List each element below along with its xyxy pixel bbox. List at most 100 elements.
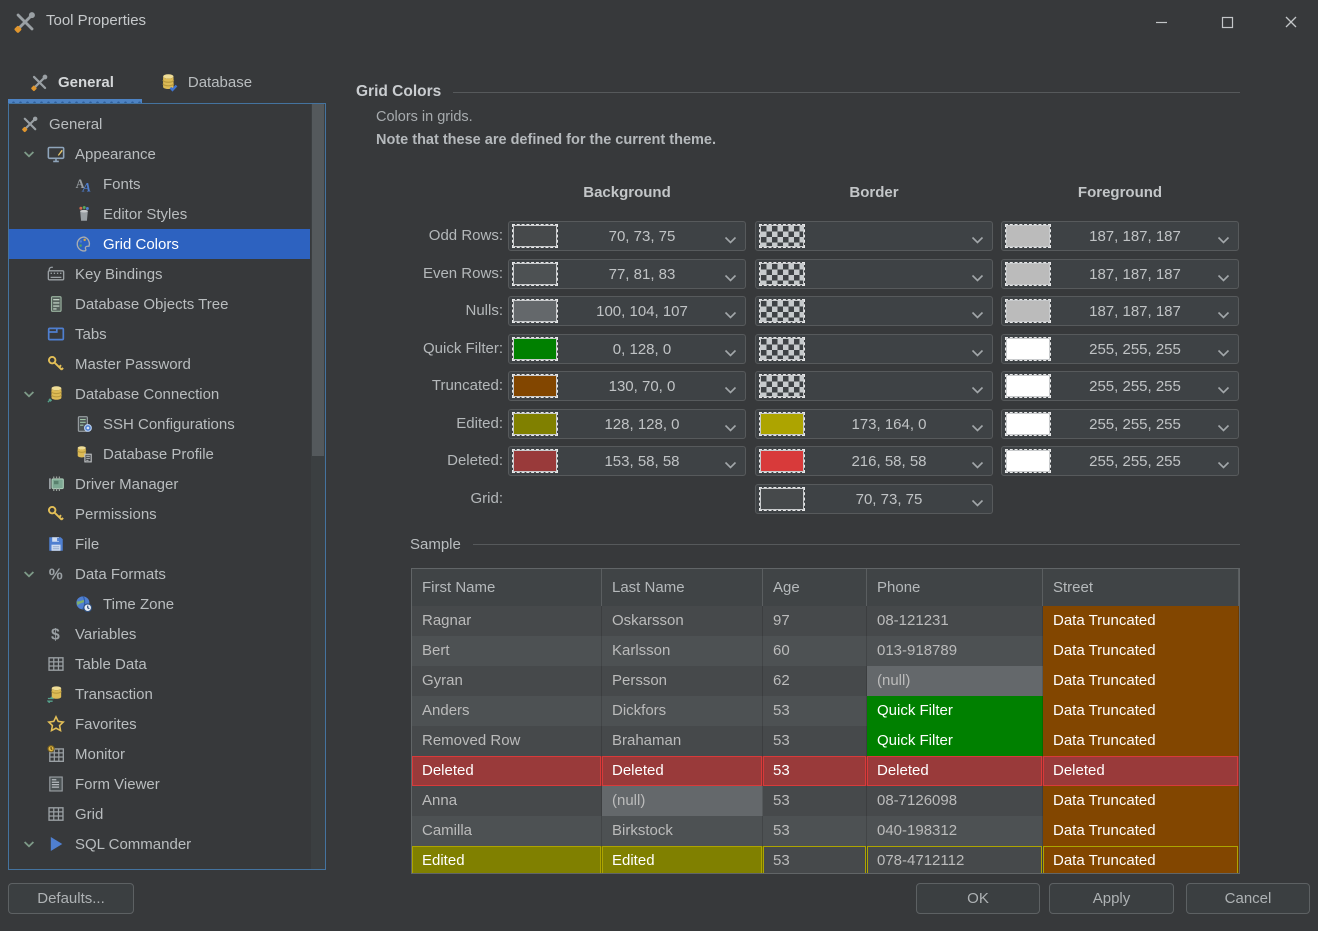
table-cell: Anna: [412, 786, 602, 816]
nulls-foreground-combo[interactable]: 187, 187, 187: [1001, 296, 1239, 326]
sidebar-item-database-profile[interactable]: Database Profile: [9, 439, 310, 469]
color-value: 128, 128, 0: [604, 415, 680, 433]
cancel-button[interactable]: Cancel: [1186, 883, 1310, 914]
grid-border-combo[interactable]: 70, 73, 75: [755, 484, 993, 514]
odd-rows-border-combo[interactable]: [755, 221, 993, 251]
keyboard-icon: [47, 265, 65, 283]
timezone-icon: [75, 595, 93, 613]
sidebar-item-fonts[interactable]: A A Fonts: [9, 169, 310, 199]
truncated-background-combo[interactable]: 130, 70, 0: [508, 371, 746, 401]
close-button[interactable]: [1274, 8, 1308, 36]
sidebar-item-permissions[interactable]: Permissions: [9, 499, 310, 529]
table-row: Anders Dickfors 53 Quick Filter Data Truncat…: [412, 696, 1239, 726]
sidebar-item-transaction[interactable]: Transaction: [9, 679, 310, 709]
star-icon: [47, 715, 65, 733]
chevron-down-icon[interactable]: [21, 386, 37, 402]
sidebar-item-grid-colors[interactable]: Grid Colors: [9, 229, 310, 259]
editor-styles-icon: [75, 205, 93, 223]
sidebar-item-table-data[interactable]: Table Data: [9, 649, 310, 679]
apply-button[interactable]: Apply: [1049, 883, 1174, 914]
sidebar-item-favorites[interactable]: Favorites: [9, 709, 310, 739]
minimize-button[interactable]: [1144, 8, 1178, 36]
chevron-down-icon: [724, 307, 737, 319]
sidebar-item-tabs[interactable]: Tabs: [9, 319, 310, 349]
edited-foreground-combo[interactable]: 255, 255, 255: [1001, 409, 1239, 439]
table-cell: Data Truncated: [1043, 846, 1239, 873]
table-cell: 53: [763, 696, 867, 726]
tab-general[interactable]: General: [8, 66, 138, 99]
ok-button[interactable]: OK: [916, 883, 1040, 914]
sidebar-item-key-bindings[interactable]: Key Bindings: [9, 259, 310, 289]
section-description: Colors in grids.: [376, 109, 473, 125]
color-value: 130, 70, 0: [608, 377, 676, 395]
color-swatch: [512, 337, 558, 361]
quick-filter-background-combo[interactable]: 0, 128, 0: [508, 334, 746, 364]
sidebar-item-form-viewer[interactable]: Form Viewer: [9, 769, 310, 799]
grid-colors-icon: [75, 235, 93, 253]
tab-database[interactable]: Database: [138, 66, 276, 99]
chevron-down-icon: [971, 307, 984, 319]
table-cell: (null): [602, 786, 763, 816]
sidebar-item-file[interactable]: File: [9, 529, 310, 559]
play-icon: [47, 835, 65, 853]
truncated-border-combo[interactable]: [755, 371, 993, 401]
table-row: Bert Karlsson 60 013-918789 Data Truncated: [412, 636, 1239, 666]
chevron-down-icon: [724, 232, 737, 244]
sidebar-item-data-formats[interactable]: % Data Formats: [9, 559, 310, 589]
deleted-background-combo[interactable]: 153, 58, 58: [508, 446, 746, 476]
chevron-down-icon: [1217, 270, 1230, 282]
sidebar-item-database-connection[interactable]: Database Connection: [9, 379, 310, 409]
chevron-down-icon[interactable]: [21, 146, 37, 162]
defaults-button[interactable]: Defaults...: [8, 883, 134, 914]
quick-filter-foreground-combo[interactable]: 255, 255, 255: [1001, 334, 1239, 364]
quick-filter-border-combo[interactable]: [755, 334, 993, 364]
color-value: 70, 73, 75: [608, 227, 676, 245]
nulls-label: Nulls:: [465, 302, 503, 319]
color-swatch: [759, 374, 805, 398]
sidebar-item-editor-styles[interactable]: Editor Styles: [9, 199, 310, 229]
settings-tree: General Appearance A A Fonts Editor Styles Gri…: [9, 109, 310, 859]
sidebar-item-variables[interactable]: $ Variables: [9, 619, 310, 649]
color-swatch: [512, 299, 558, 323]
sidebar-item-master-password[interactable]: Master Password: [9, 349, 310, 379]
even-rows-background-combo[interactable]: 77, 81, 83: [508, 259, 746, 289]
tools-icon: [30, 73, 49, 92]
nulls-border-combo[interactable]: [755, 296, 993, 326]
sidebar-item-ssh-configurations[interactable]: SSH Configurations: [9, 409, 310, 439]
color-swatch: [759, 449, 805, 473]
table-cell: Data Truncated: [1043, 606, 1239, 636]
edited-background-combo[interactable]: 128, 128, 0: [508, 409, 746, 439]
truncated-foreground-combo[interactable]: 255, 255, 255: [1001, 371, 1239, 401]
table-cell: Data Truncated: [1043, 786, 1239, 816]
sidebar-item-database-objects-tree[interactable]: Database Objects Tree: [9, 289, 310, 319]
sidebar-item-appearance[interactable]: Appearance: [9, 139, 310, 169]
appearance-icon: [47, 145, 65, 163]
nulls-background-combo[interactable]: 100, 104, 107: [508, 296, 746, 326]
even-rows-foreground-combo[interactable]: 187, 187, 187: [1001, 259, 1239, 289]
color-swatch: [512, 262, 558, 286]
chevron-down-icon[interactable]: [21, 566, 37, 582]
sidebar-item-label: Time Zone: [103, 595, 175, 613]
sidebar-item-time-zone[interactable]: Time Zone: [9, 589, 310, 619]
chevron-down-icon[interactable]: [21, 836, 37, 852]
window-title: Tool Properties: [46, 12, 147, 29]
sidebar-item-monitor[interactable]: Monitor: [9, 739, 310, 769]
sidebar-item-general[interactable]: General: [9, 109, 310, 139]
sample-title: Sample: [410, 536, 461, 553]
deleted-label: Deleted:: [447, 452, 503, 469]
sidebar-item-driver-manager[interactable]: Driver Manager: [9, 469, 310, 499]
color-value: 255, 255, 255: [1089, 415, 1181, 433]
deleted-foreground-combo[interactable]: 255, 255, 255: [1001, 446, 1239, 476]
sidebar-item-sql-commander[interactable]: SQL Commander: [9, 829, 310, 859]
deleted-border-combo[interactable]: 216, 58, 58: [755, 446, 993, 476]
odd-rows-foreground-combo[interactable]: 187, 187, 187: [1001, 221, 1239, 251]
tree-scrollbar[interactable]: [311, 104, 325, 869]
edited-border-combo[interactable]: 173, 164, 0: [755, 409, 993, 439]
even-rows-border-combo[interactable]: [755, 259, 993, 289]
tree-scrollbar-thumb[interactable]: [312, 104, 324, 456]
odd-rows-background-combo[interactable]: 70, 73, 75: [508, 221, 746, 251]
even-rows-label: Even Rows:: [422, 265, 503, 282]
sidebar-item-grid[interactable]: Grid: [9, 799, 310, 829]
maximize-button[interactable]: [1210, 8, 1244, 36]
table-cell: Dickfors: [602, 696, 763, 726]
